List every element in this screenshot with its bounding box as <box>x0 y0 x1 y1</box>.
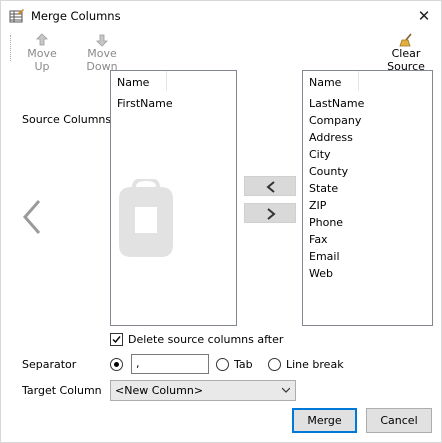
linebreak-label: Line break <box>286 358 344 371</box>
available-list-item[interactable]: Address <box>309 131 353 144</box>
arrow-down-icon <box>96 34 108 47</box>
separator-custom-radio[interactable] <box>110 358 123 371</box>
available-list-item[interactable]: County <box>309 165 348 178</box>
delete-source-label: Delete source columns after <box>128 333 284 346</box>
title-bar: Merge Columns ✕ <box>1 1 441 31</box>
delete-source-checkbox[interactable] <box>110 333 123 346</box>
available-list-item[interactable]: City <box>309 148 331 161</box>
move-down-button[interactable]: Move Down <box>71 33 133 73</box>
close-button[interactable]: ✕ <box>413 5 435 27</box>
source-list-item[interactable]: FirstName <box>117 97 173 110</box>
checkmark-icon <box>112 336 121 344</box>
arrow-up-icon <box>36 33 48 46</box>
move-up-button[interactable]: Move Up <box>19 33 65 73</box>
source-list-header: Name <box>111 71 167 91</box>
separator-input[interactable]: , <box>131 354 209 374</box>
separator-tab-radio[interactable] <box>216 358 229 371</box>
available-columns-list[interactable]: Name LastName Company Address City County Sta… <box>302 70 433 326</box>
separator-linebreak-radio[interactable] <box>268 358 281 371</box>
chevron-down-icon <box>282 387 290 393</box>
close-icon: ✕ <box>417 7 431 25</box>
table-merge-icon <box>9 9 24 23</box>
chevron-left-icon[interactable] <box>17 198 47 236</box>
watermark-logo <box>119 179 173 257</box>
target-column-value: <New Column> <box>115 384 204 397</box>
cancel-button[interactable]: Cancel <box>366 408 432 433</box>
available-list-item[interactable]: Company <box>309 114 361 127</box>
target-column-select[interactable]: <New Column> <box>110 380 296 401</box>
merge-columns-dialog: Merge Columns ✕ Move Up Move Down Clear … <box>0 0 442 443</box>
separator-label: Separator <box>22 358 77 371</box>
window-title: Merge Columns <box>31 9 121 23</box>
clear-source-button[interactable]: Clear Source <box>374 33 438 73</box>
move-up-label: Move Up <box>27 47 57 73</box>
target-column-label: Target Column <box>22 384 102 397</box>
broom-icon <box>399 33 412 47</box>
available-list-header: Name <box>303 71 359 91</box>
available-list-item[interactable]: LastName <box>309 97 364 110</box>
tab-label: Tab <box>234 358 253 371</box>
merge-button[interactable]: Merge <box>292 408 357 433</box>
source-columns-label: Source Columns <box>22 113 112 126</box>
toolbar: Move Up Move Down Clear Source <box>1 31 441 73</box>
toolbar-grip <box>10 35 11 61</box>
available-list-item[interactable]: Web <box>309 267 333 280</box>
